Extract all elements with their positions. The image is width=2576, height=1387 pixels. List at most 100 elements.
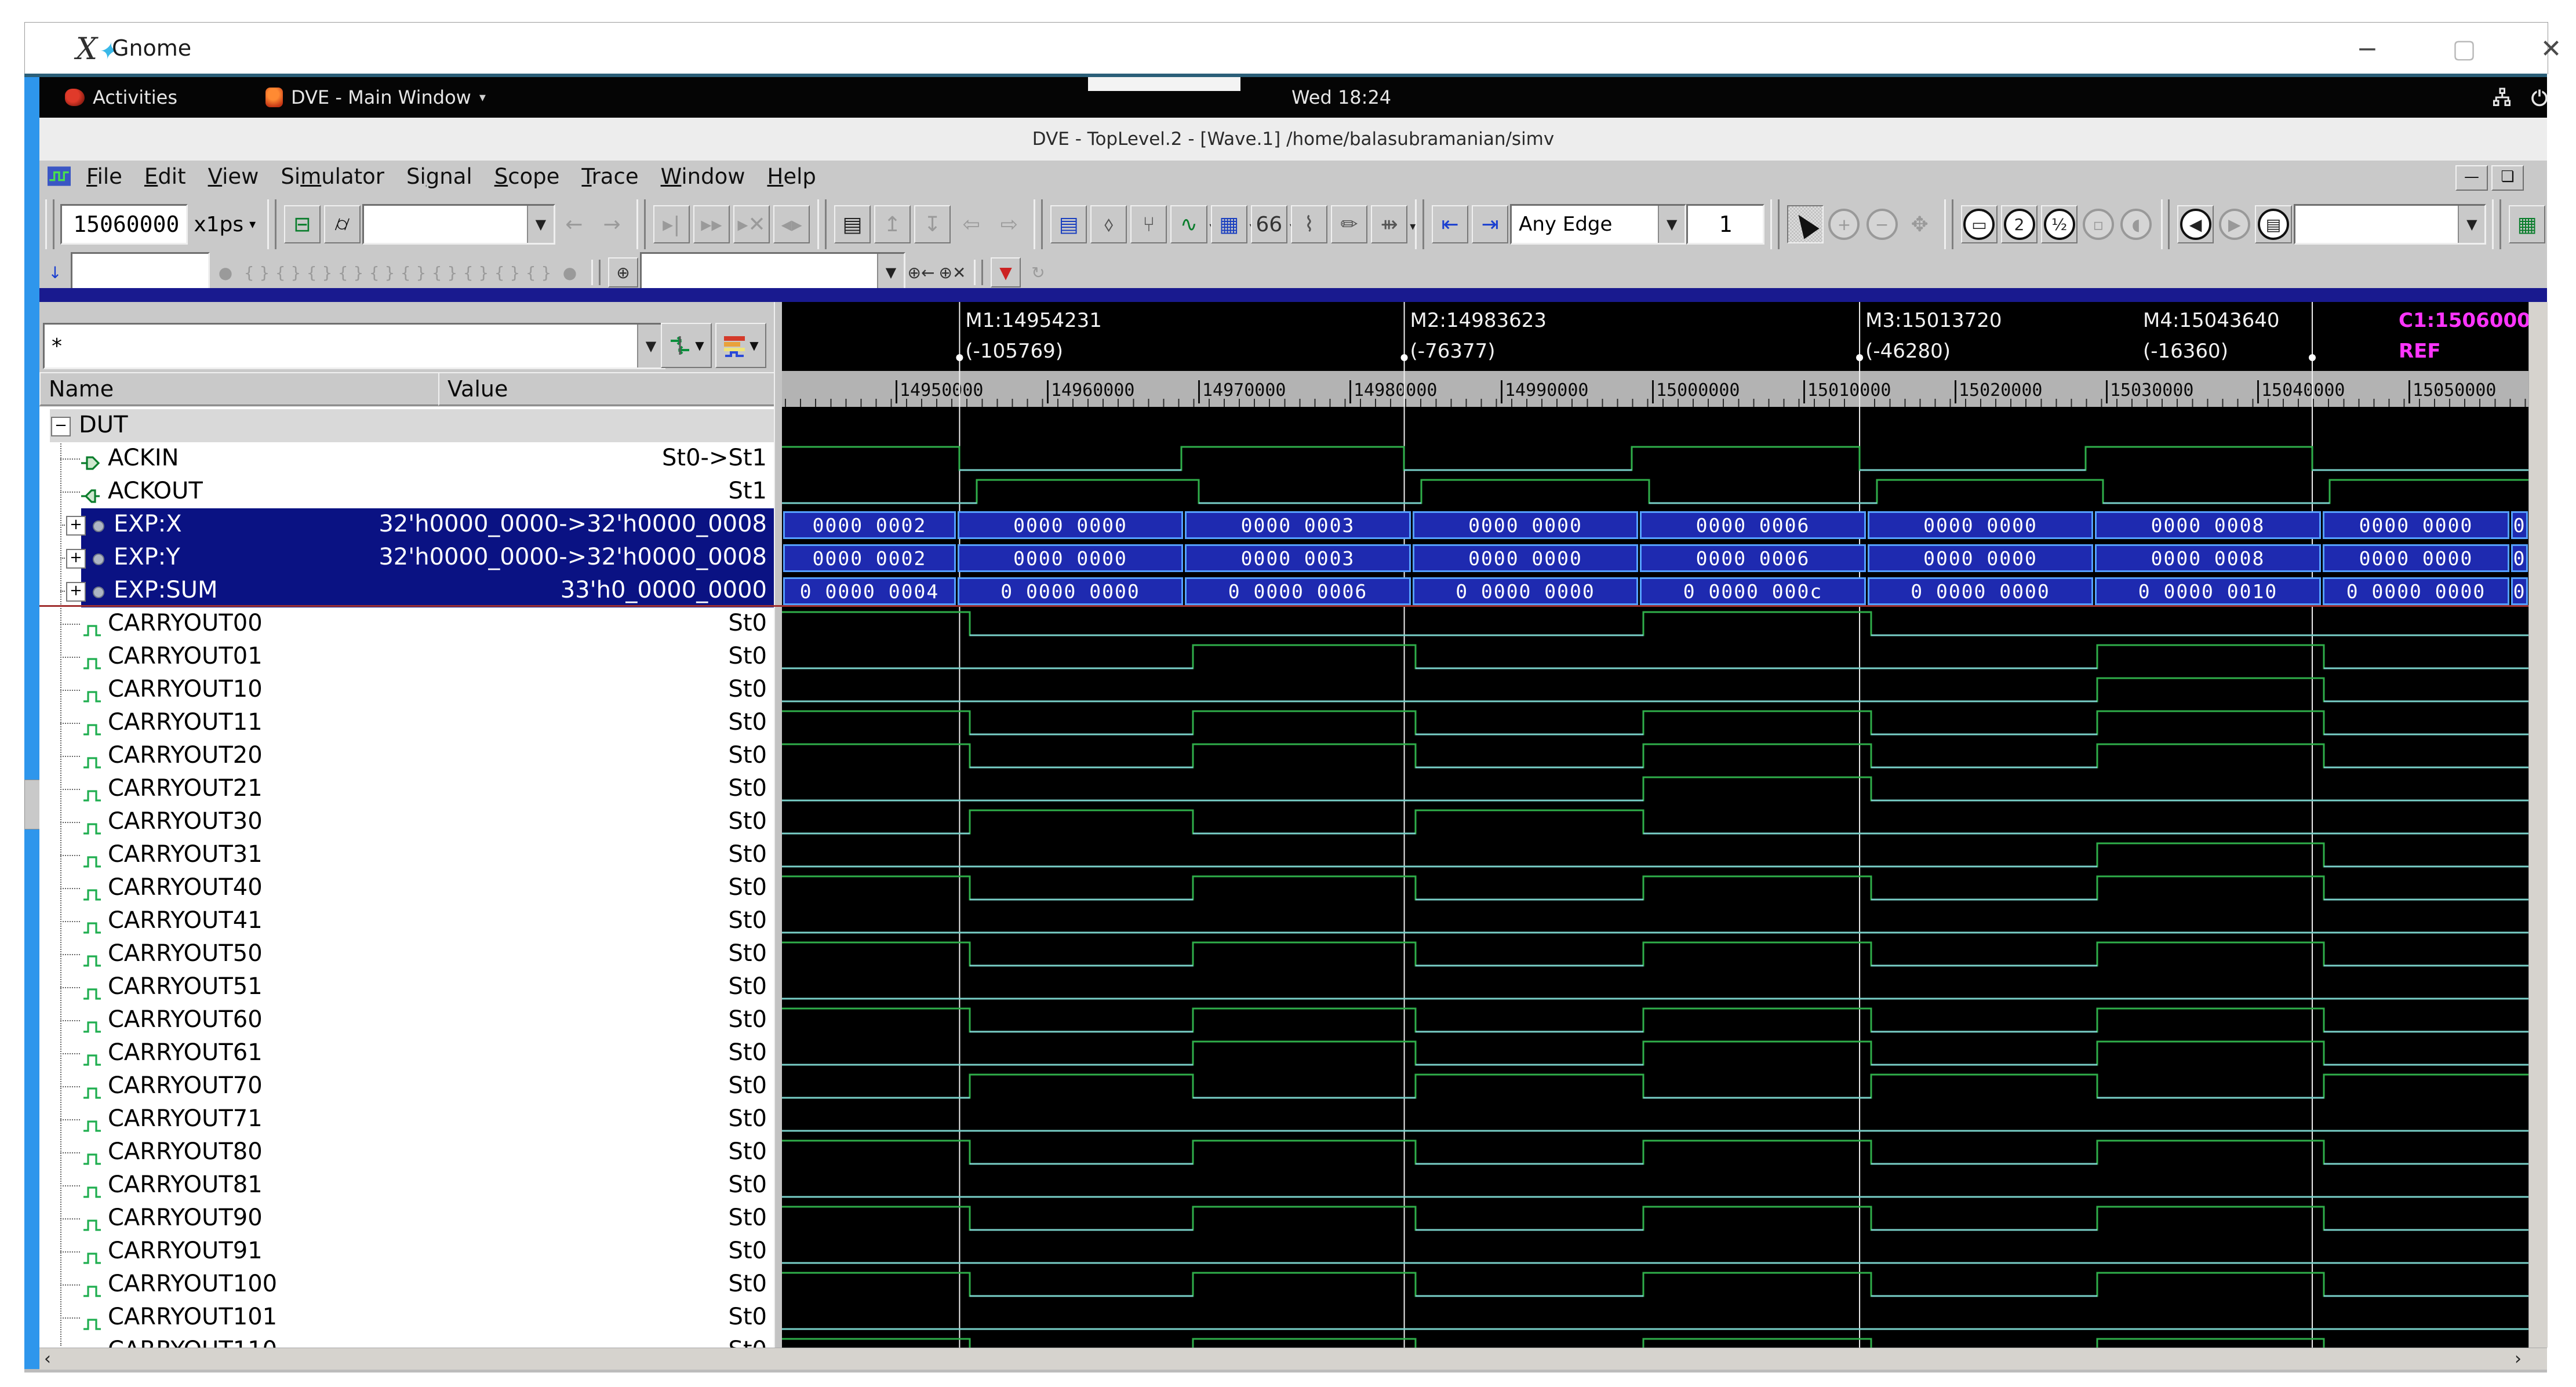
clock[interactable]: Wed 18:24 [1291,77,1391,118]
view-list-icon[interactable]: ▤ [2255,205,2292,243]
signal-row-carryout90[interactable]: CARRYOUT90 St0 [39,1202,774,1235]
scroll-left-icon[interactable]: ‹ [44,1349,51,1369]
signal-row-carryout00[interactable]: CARRYOUT00 St0 [39,607,774,640]
menu-signal[interactable]: Signal [406,164,472,189]
find-next-icon[interactable]: → [595,206,629,242]
signal-row-carryout20[interactable]: CARRYOUT20 St0 [39,740,774,773]
signal-display-button[interactable]: ▼ [715,323,766,368]
zoom-2x-icon[interactable]: 2 [2001,205,2038,243]
scope-row-dut[interactable]: DUT − [39,409,774,442]
signal-row-carryout100[interactable]: CARRYOUT100 St0 [39,1268,774,1301]
menu-scope[interactable]: Scope [494,164,560,189]
goto-time-icon[interactable]: ↓ [41,259,69,286]
signal-row-ackout[interactable]: ACKOUT St1 [39,475,774,508]
track-combo[interactable]: ▼ [640,252,905,293]
signal-row-carryout81[interactable]: CARRYOUT81 St0 [39,1169,774,1202]
signal-row-carryout60[interactable]: CARRYOUT60 St0 [39,1004,774,1037]
close-button[interactable]: ✕ [2535,33,2567,65]
drive-x-icon[interactable]: ▸| [653,205,690,243]
mdi-minimize-button[interactable]: — [2455,165,2488,191]
zoom-fit-icon[interactable]: ▭ [1960,205,1998,243]
brkpt-plus-icon[interactable]: { } [305,259,333,286]
signal-row-ackin[interactable]: ACKIN St0->St1 [39,442,774,475]
previous-view-icon[interactable]: ◀ [2177,205,2214,243]
show-list-icon[interactable]: ▤ [1050,205,1087,243]
menu-simulator[interactable]: Simulator [281,164,384,189]
signal-row-carryout11[interactable]: CARRYOUT11 St0 [39,707,774,740]
horizontal-scrollbar[interactable]: ‹ › [39,1348,2547,1370]
brkpt-line-icon[interactable]: { } [243,259,271,286]
signal-row-carryout51[interactable]: CARRYOUT51 St0 [39,971,774,1004]
show-fanout-icon[interactable]: ⑂ [1130,205,1167,243]
apply-track-icon[interactable]: ⊕← [907,259,935,286]
zoom-selection-icon[interactable]: ▫ [2081,206,2115,242]
signal-row-carryout101[interactable]: CARRYOUT101 St0 [39,1301,774,1334]
brkpt-minus-icon[interactable]: { } [337,259,365,286]
time-unit-select[interactable]: x1ps ▾ [188,213,261,236]
expand-icon[interactable]: + [66,582,86,602]
force-icon[interactable]: ◂▸ [773,205,810,243]
signal-row-exp:x[interactable]: EXP:X 32'h0000_0000->32'h0000_0008 + [39,508,774,541]
expand-icon[interactable]: + [66,549,86,569]
search-combo[interactable]: ▼ [362,204,555,245]
breakpoint-disable-icon[interactable]: ● [212,259,239,286]
value-column-header[interactable]: Value [438,372,774,406]
search-icon[interactable]: ⌭ [323,205,361,243]
zoom-cursor-icon[interactable]: ◖ [2119,206,2153,242]
zoom-out-icon[interactable]: − [1865,206,1899,242]
signal-row-carryout110[interactable]: CARRYOUT110 St0 [39,1334,774,1348]
edge-count-input[interactable]: 1 [1686,204,1765,245]
menu-file[interactable]: File [86,164,122,189]
name-column-header[interactable]: Name [39,372,446,406]
signal-row-carryout70[interactable]: CARRYOUT70 St0 [39,1070,774,1103]
pan-tool-icon[interactable]: ✥ [1902,206,1937,242]
signal-row-carryout80[interactable]: CARRYOUT80 St0 [39,1136,774,1169]
signal-row-carryout10[interactable]: CARRYOUT10 St0 [39,674,774,707]
signal-row-carryout50[interactable]: CARRYOUT50 St0 [39,938,774,971]
copy-icon[interactable]: ▤ [834,205,871,243]
chevron-down-icon[interactable]: ▼ [637,325,664,367]
brkpt-edge-icon[interactable]: { } [431,259,459,286]
mdi-restore-button[interactable]: ❏ [2491,165,2524,191]
move-up-icon[interactable]: ↥ [874,205,911,243]
breakpoint-icon[interactable]: ● [556,259,584,286]
signal-row-carryout21[interactable]: CARRYOUT21 St0 [39,773,774,806]
edge-mode-combo[interactable]: Any Edge ▼ [1510,204,1687,245]
signal-row-carryout01[interactable]: CARRYOUT01 St0 [39,640,774,674]
previous-edge-icon[interactable]: ⇤ [1431,205,1468,243]
wave-compare-icon[interactable]: ▦ [2508,205,2546,243]
reorder-signals-button[interactable]: ▼ [661,323,712,368]
show-wave-icon[interactable]: ∿▾ [1170,205,1216,243]
show-path-icon[interactable]: ⌇ [1290,205,1327,243]
next-view-icon[interactable]: ▶ [2217,206,2251,242]
clear-track-icon[interactable]: ⊕✕ [938,259,966,286]
signal-row-exp:y[interactable]: EXP:Y 32'h0000_0000->32'h0000_0008 + [39,541,774,574]
pointer-tool-icon[interactable] [1787,205,1824,243]
collapse-icon[interactable]: − [51,417,71,436]
signal-row-exp:sum[interactable]: EXP:SUM 33'h0_0000_0000 + [39,574,774,607]
brkpt-scope1-icon[interactable]: { } [462,259,490,286]
back-icon[interactable]: ⇦ [954,206,988,242]
menu-edit[interactable]: Edit [144,164,186,189]
waveform-panel[interactable]: M1:14954231 (-105769) M2:14983623 (-76377) M… [782,302,2528,1348]
signal-row-carryout91[interactable]: CARRYOUT91 St0 [39,1235,774,1268]
brkpt-port-icon[interactable]: { } [525,259,552,286]
reload-icon[interactable]: ↻ [1024,259,1052,286]
signal-row-carryout61[interactable]: CARRYOUT61 St0 [39,1037,774,1070]
signal-row-carryout71[interactable]: CARRYOUT71 St0 [39,1103,774,1136]
expand-icon[interactable]: + [66,516,86,536]
menu-trace[interactable]: Trace [581,164,638,189]
show-schedule-icon[interactable]: ▦▾ [1210,205,1256,243]
zoom-half-icon[interactable]: ½ [2041,205,2078,243]
expand-time-icon[interactable]: ⇻ ▾ [1371,205,1416,243]
signal-row-carryout30[interactable]: CARRYOUT30 St0 [39,806,774,839]
find-previous-icon[interactable]: ← [557,206,591,242]
brkpt-bus-icon[interactable]: { } [399,259,427,286]
rerun-icon[interactable]: ▼ [991,257,1021,287]
track-signal-icon[interactable]: ⊕▾ [608,257,646,287]
signal-row-carryout40[interactable]: CARRYOUT40 St0 [39,872,774,905]
menu-help[interactable]: Help [767,164,816,189]
left-border-handle[interactable] [24,780,41,829]
view-combo[interactable]: ▼ [2293,204,2487,245]
brkpt-scope2-icon[interactable]: { } [493,259,521,286]
